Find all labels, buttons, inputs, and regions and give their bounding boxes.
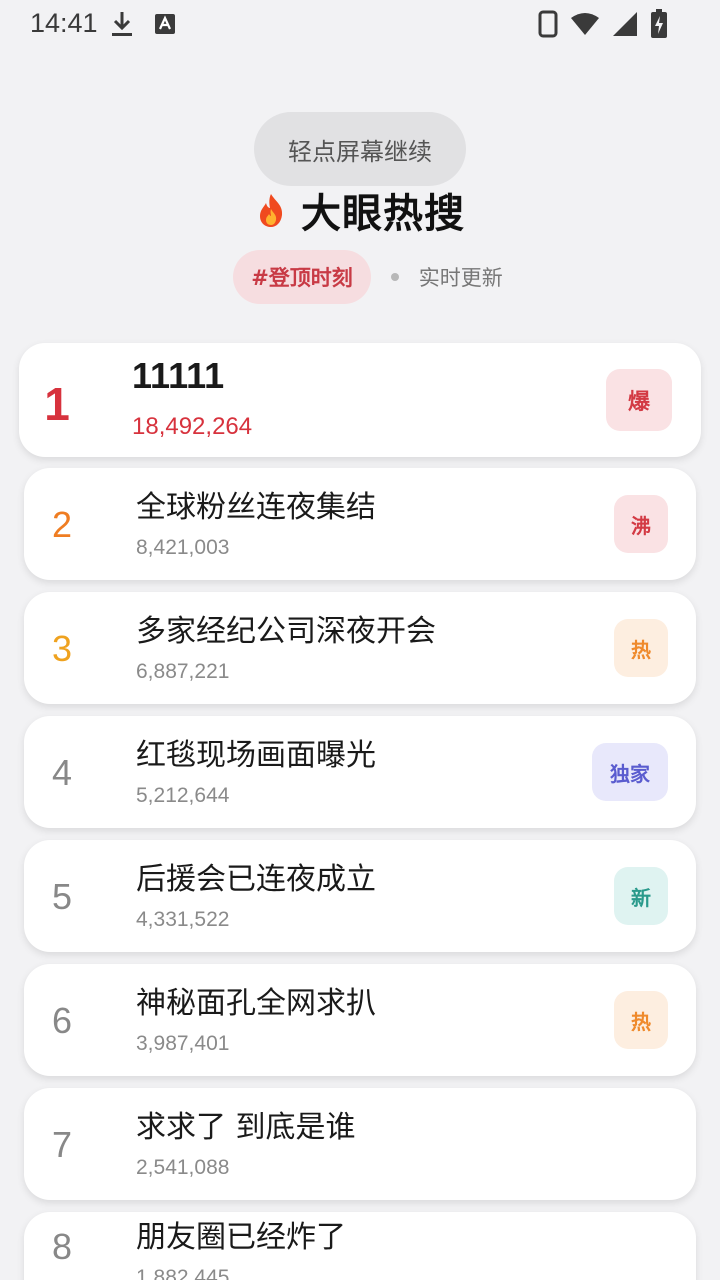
rank-number: 5 <box>51 876 73 917</box>
item-title: 后援会已连夜成立 <box>136 862 376 897</box>
status-badge: 爆 <box>606 369 672 431</box>
rank-number: 4 <box>51 752 73 793</box>
list-item[interactable]: 3 多家经纪公司深夜开会 6,887,221 热 <box>24 592 696 704</box>
hashtag-pill[interactable]: #登顶时刻 <box>233 250 371 304</box>
rank-number: 7 <box>51 1124 73 1165</box>
item-title: 红毯现场画面曝光 <box>136 738 376 773</box>
rank-number: 8 <box>51 1226 73 1267</box>
status-badge: 热 <box>614 619 668 677</box>
page-title: 大眼热搜 <box>301 191 465 237</box>
title-row: 大眼热搜 <box>0 182 720 238</box>
rank-number: 1 <box>44 378 70 430</box>
heat-count: 4,331,522 <box>136 908 230 931</box>
item-title: 朋友圈已经炸了 <box>136 1220 346 1255</box>
tap-to-continue-hint[interactable]: 轻点屏幕继续 <box>254 112 466 186</box>
status-bar: 14:41 <box>0 0 720 48</box>
heat-count: 6,887,221 <box>136 660 230 683</box>
list-item[interactable]: 8 朋友圈已经炸了 1,882,445 <box>24 1212 696 1280</box>
keyboard-a-icon <box>155 14 175 34</box>
heat-count: 1,882,445 <box>136 1266 230 1280</box>
list-item[interactable]: 1 11111 18,492,264 爆 <box>19 343 701 457</box>
heat-count: 2,541,088 <box>136 1156 230 1179</box>
item-title: 多家经纪公司深夜开会 <box>136 614 436 649</box>
item-title: 求求了 到底是谁 <box>136 1110 356 1145</box>
list-item[interactable]: 7 求求了 到底是谁 2,541,088 <box>24 1088 696 1200</box>
wifi-icon <box>571 13 599 35</box>
heat-count: 18,492,264 <box>132 413 253 440</box>
heat-count: 8,421,003 <box>136 536 230 559</box>
item-title: 11111 <box>132 355 225 396</box>
item-title: 神秘面孔全网求扒 <box>136 986 376 1021</box>
rank-number: 2 <box>51 504 73 545</box>
status-badge: 独家 <box>592 743 668 801</box>
status-time: 14:41 <box>30 8 98 38</box>
fire-icon <box>260 194 283 227</box>
phone-icon <box>538 10 558 38</box>
meta-row: #登顶时刻 实时更新 <box>0 250 720 304</box>
signal-icon <box>613 12 637 36</box>
download-icon <box>112 12 132 36</box>
list-item[interactable]: 4 红毯现场画面曝光 5,212,644 独家 <box>24 716 696 828</box>
battery-charging-icon <box>651 9 667 38</box>
status-badge: 新 <box>614 867 668 925</box>
item-title: 全球粉丝连夜集结 <box>136 490 376 525</box>
heat-count: 3,987,401 <box>136 1032 230 1055</box>
list-item[interactable]: 2 全球粉丝连夜集结 8,421,003 沸 <box>24 468 696 580</box>
realtime-label: 实时更新 <box>418 266 503 290</box>
status-badge: 沸 <box>614 495 668 553</box>
status-badge: 热 <box>614 991 668 1049</box>
dot-separator <box>390 273 399 281</box>
rank-number: 6 <box>51 1000 73 1041</box>
list-item[interactable]: 5 后援会已连夜成立 4,331,522 新 <box>24 840 696 952</box>
heat-count: 5,212,644 <box>136 784 230 807</box>
list-item[interactable]: 6 神秘面孔全网求扒 3,987,401 热 <box>24 964 696 1076</box>
rank-number: 3 <box>51 628 73 669</box>
